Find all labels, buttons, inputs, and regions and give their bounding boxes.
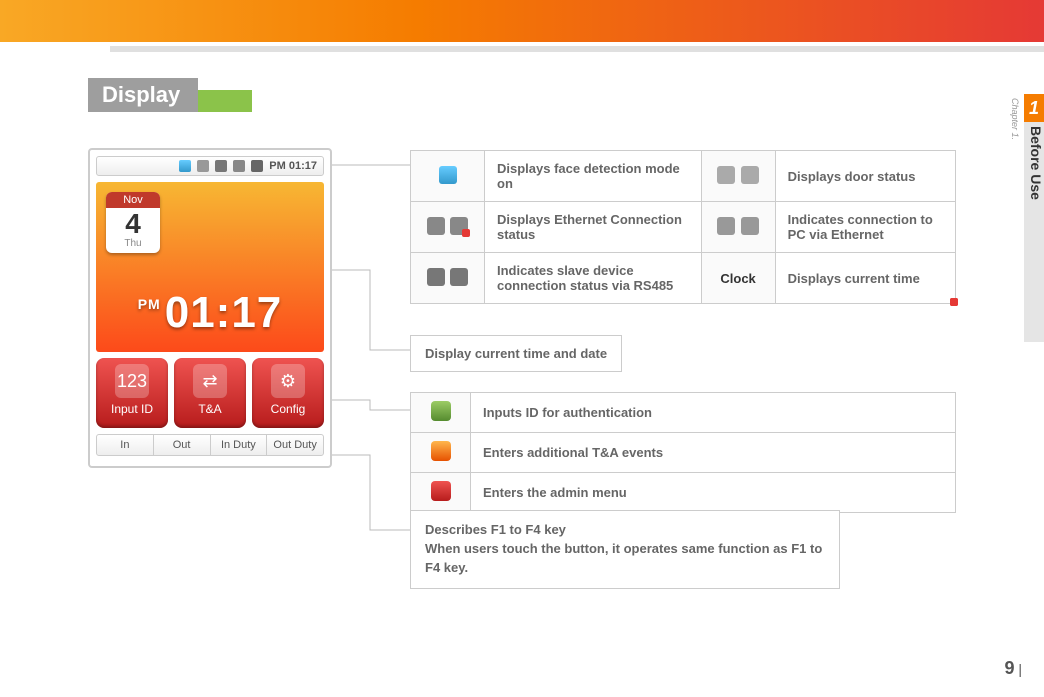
input-id-menu-desc: Inputs ID for authentication: [471, 393, 956, 433]
big-time: PM01:17: [96, 288, 324, 338]
statusbar-time: PM 01:17: [269, 160, 317, 172]
ethernet-on-icon: [427, 217, 445, 235]
calendar-card: Nov 4 Thu: [106, 192, 160, 253]
section-title: Display: [88, 78, 198, 112]
input-id-icon: 123: [115, 364, 149, 398]
table-row: Enters the admin menu: [411, 473, 956, 513]
func-f4[interactable]: Out Duty: [267, 435, 323, 455]
config-label: Config: [252, 402, 324, 416]
face-detection-icon-cell: [411, 151, 485, 202]
main-buttons-row: 123 Input ID ⇄ T&A ⚙ Config: [96, 358, 324, 428]
ta-label: T&A: [174, 402, 246, 416]
config-icon: ⚙: [271, 364, 305, 398]
clock-label-cell: Clock: [701, 253, 775, 304]
rs485-icon-cell: [411, 253, 485, 304]
table-row: Indicates slave device connection status…: [411, 253, 956, 304]
calendar-weekday: Thu: [106, 238, 160, 253]
device-mock: PM 01:17 Nov 4 Thu PM01:17 123 Input ID …: [88, 148, 332, 468]
rs485-desc: Indicates slave device connection status…: [485, 253, 702, 304]
func-f3[interactable]: In Duty: [211, 435, 268, 455]
table-row: Displays Ethernet Connection status Indi…: [411, 202, 956, 253]
side-chapter-tab: Chapter 1. 1 Before Use: [1006, 94, 1044, 364]
pc-on-icon: [717, 217, 735, 235]
ta-icon: ⇄: [193, 364, 227, 398]
rs485-icon: [251, 160, 263, 172]
config-button[interactable]: ⚙ Config: [252, 358, 324, 428]
door-status-icon-cell: [701, 151, 775, 202]
config-menu-desc: Enters the admin menu: [471, 473, 956, 513]
pc-connection-desc: Indicates connection to PC via Ethernet: [775, 202, 955, 253]
face-detection-desc: Displays face detection mode on: [485, 151, 702, 202]
config-menu-icon-cell: [411, 473, 471, 513]
header-sub-band: [110, 46, 1044, 52]
function-bar: In Out In Duty Out Duty: [96, 434, 324, 456]
door-icon: [197, 160, 209, 172]
main-menu-table: Inputs ID for authentication Enters addi…: [410, 392, 956, 513]
func-desc-line1: Describes F1 to F4 key: [425, 521, 825, 540]
config-menu-icon: [431, 481, 451, 501]
pc-icon: [233, 160, 245, 172]
table-row: Enters additional T&A events: [411, 433, 956, 473]
status-bar: PM 01:17: [96, 156, 324, 176]
ethernet-icon: [215, 160, 227, 172]
table-row: Displays face detection mode on Displays…: [411, 151, 956, 202]
ta-menu-icon-cell: [411, 433, 471, 473]
header-gradient-band: [0, 0, 1044, 42]
calendar-day: 4: [106, 208, 160, 238]
chapter-small-label: Chapter 1.: [1010, 98, 1020, 140]
func-desc-line2: When users touch the button, it operates…: [425, 540, 825, 578]
big-time-ampm: PM: [138, 296, 161, 312]
ethernet-icon-cell: [411, 202, 485, 253]
rs485-on-icon: [427, 268, 445, 286]
door-status-desc: Displays door status: [775, 151, 955, 202]
input-id-menu-icon: [431, 401, 451, 421]
page-number: 9 |: [1004, 658, 1022, 679]
ta-button[interactable]: ⇄ T&A: [174, 358, 246, 428]
pc-connection-icon-cell: [701, 202, 775, 253]
section-title-accent: [192, 90, 252, 112]
chapter-section-label: Before Use: [1024, 122, 1044, 342]
ta-menu-desc: Enters additional T&A events: [471, 433, 956, 473]
func-f2[interactable]: Out: [154, 435, 211, 455]
callout-current-time-date: Display current time and date: [410, 335, 622, 372]
wallpaper-area: Nov 4 Thu PM01:17: [96, 182, 324, 352]
door-closed-icon: [717, 166, 735, 184]
rs485-off-icon: [450, 268, 468, 286]
func-f1[interactable]: In: [97, 435, 154, 455]
face-detection-icon: [439, 166, 457, 184]
ta-menu-icon: [431, 441, 451, 461]
input-id-button[interactable]: 123 Input ID: [96, 358, 168, 428]
statusbar-icon-table: Displays face detection mode on Displays…: [410, 150, 956, 304]
input-id-label: Input ID: [96, 402, 168, 416]
big-time-value: 01:17: [165, 288, 283, 337]
pc-off-icon: [741, 217, 759, 235]
clock-desc: Displays current time: [775, 253, 955, 304]
face-icon: [179, 160, 191, 172]
section-title-wrap: Display: [88, 78, 252, 112]
callout-f1-f4: Describes F1 to F4 key When users touch …: [410, 510, 840, 589]
ethernet-off-icon: [450, 217, 468, 235]
door-open-icon: [741, 166, 759, 184]
chapter-number: 1: [1024, 94, 1044, 122]
input-id-menu-icon-cell: [411, 393, 471, 433]
table-row: Inputs ID for authentication: [411, 393, 956, 433]
ethernet-desc: Displays Ethernet Connection status: [485, 202, 702, 253]
calendar-month: Nov: [106, 192, 160, 208]
